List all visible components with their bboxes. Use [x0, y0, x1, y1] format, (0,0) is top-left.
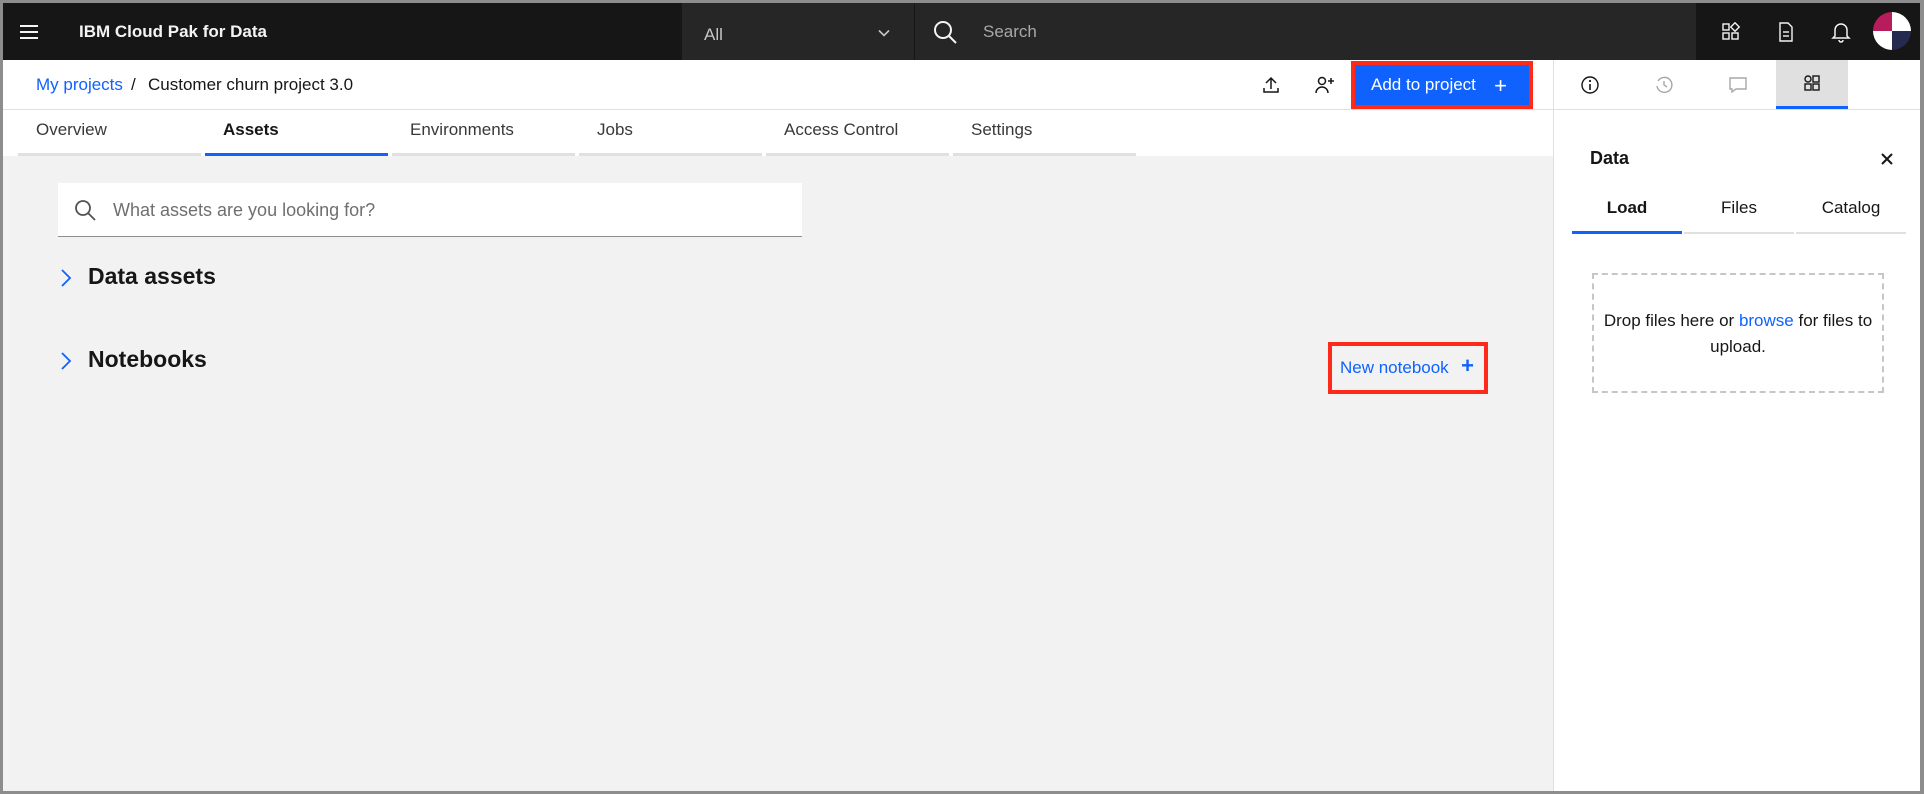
avatar[interactable]	[1873, 12, 1911, 50]
tab-assets[interactable]: Assets	[205, 110, 388, 156]
tab-access-control[interactable]: Access Control	[766, 110, 949, 156]
section-notebooks[interactable]: Notebooks	[58, 342, 758, 382]
add-collaborator-icon[interactable]	[1310, 70, 1340, 100]
search-icon	[934, 21, 957, 44]
add-to-project-label: Add to project	[1371, 75, 1476, 94]
menu-icon[interactable]	[3, 3, 55, 60]
plus-icon: +	[1461, 353, 1474, 378]
data-panel-tabs: Load Files Catalog	[1572, 186, 1912, 234]
file-dropzone[interactable]: Drop files here or browse for files to u…	[1592, 273, 1884, 393]
section-data-assets[interactable]: Data assets	[58, 259, 758, 299]
tab-jobs[interactable]: Jobs	[579, 110, 762, 156]
tab-files[interactable]: Files	[1684, 186, 1794, 234]
comment-icon[interactable]	[1702, 60, 1774, 109]
document-icon[interactable]	[1758, 3, 1813, 60]
new-notebook-button[interactable]: New notebook +	[1328, 342, 1488, 394]
project-tabs: Overview Assets Environments Jobs Access…	[18, 110, 1138, 156]
browse-link[interactable]: browse	[1739, 311, 1794, 330]
side-panel-title: Data	[1590, 148, 1630, 168]
notification-icon[interactable]	[1813, 3, 1868, 60]
project-header: My projects / Customer churn project 3.0…	[3, 60, 1553, 110]
close-icon[interactable]	[1874, 146, 1900, 172]
search-icon	[75, 200, 96, 221]
section-title: Data assets	[88, 263, 216, 289]
catalog-icon[interactable]	[1703, 3, 1758, 60]
chevron-right-icon	[61, 352, 72, 370]
app-window: IBM Cloud Pak for Data All Search My pro…	[3, 3, 1920, 791]
global-header: IBM Cloud Pak for Data All Search	[3, 3, 1920, 60]
tab-settings[interactable]: Settings	[953, 110, 1136, 156]
product-name[interactable]: IBM Cloud Pak for Data	[79, 3, 267, 60]
search-scope-value: All	[704, 25, 723, 44]
tab-environments[interactable]: Environments	[392, 110, 575, 156]
global-search-placeholder: Search	[983, 22, 1037, 41]
asset-search-input[interactable]: What assets are you looking for?	[58, 183, 802, 237]
asset-search-placeholder: What assets are you looking for?	[113, 200, 376, 220]
dropzone-text: Drop files here or	[1603, 311, 1739, 330]
plus-icon: +	[1494, 73, 1507, 98]
search-scope-dropdown[interactable]: All	[682, 3, 915, 60]
breadcrumb-separator: /	[131, 75, 136, 94]
data-icon[interactable]	[1776, 60, 1848, 109]
data-side-panel: Data Load Files Catalog Drop files here …	[1553, 60, 1920, 791]
global-search[interactable]: Search	[915, 3, 1696, 60]
chevron-down-icon	[878, 29, 890, 37]
add-to-project-button[interactable]: Add to project +	[1351, 61, 1533, 109]
tab-load[interactable]: Load	[1572, 186, 1682, 234]
info-icon[interactable]	[1554, 60, 1626, 109]
breadcrumb-current-project: Customer churn project 3.0	[148, 75, 354, 94]
upload-icon[interactable]	[1256, 70, 1286, 100]
breadcrumb-my-projects[interactable]: My projects	[36, 75, 123, 95]
history-icon[interactable]	[1628, 60, 1700, 109]
assets-content: What assets are you looking for? Data as…	[3, 156, 1553, 791]
chevron-right-icon	[61, 269, 72, 287]
tab-catalog[interactable]: Catalog	[1796, 186, 1906, 234]
section-title: Notebooks	[88, 346, 207, 372]
tab-overview[interactable]: Overview	[18, 110, 201, 156]
new-notebook-label: New notebook	[1340, 358, 1449, 377]
side-panel-tabs	[1554, 60, 1920, 110]
